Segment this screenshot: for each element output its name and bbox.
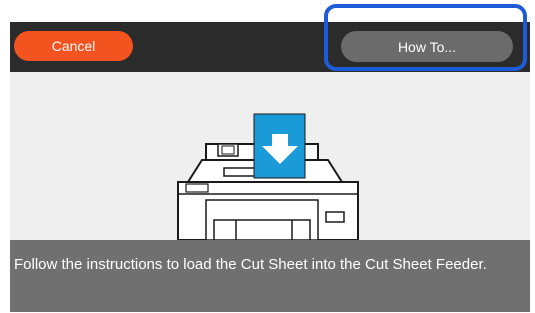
printer-with-cut-sheet-icon — [177, 113, 359, 240]
printer-panel-screen: Cancel How To... Follow the instructions… — [10, 22, 530, 312]
top-bar: Cancel How To... — [10, 22, 530, 72]
cancel-button[interactable]: Cancel — [14, 31, 133, 61]
how-to-button[interactable]: How To... — [341, 31, 513, 62]
printer-illustration — [10, 72, 530, 240]
instruction-message: Follow the instructions to load the Cut … — [10, 240, 530, 312]
